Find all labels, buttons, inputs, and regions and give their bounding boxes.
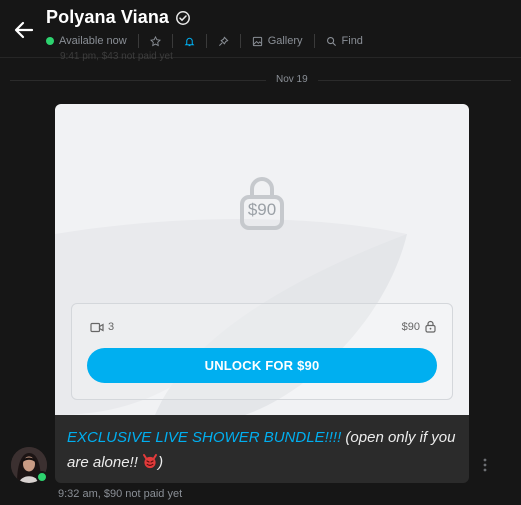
more-vertical-icon[interactable] [481, 456, 489, 474]
bell-icon [184, 37, 195, 46]
lock-icon [425, 320, 436, 333]
find-label: Find [341, 35, 363, 47]
video-icon [90, 322, 104, 332]
find-button[interactable]: Find [315, 32, 374, 50]
arrow-left-icon[interactable] [12, 18, 36, 42]
unlock-button[interactable]: UNLOCK FOR $90 [87, 348, 437, 383]
date-divider-label: Nov 19 [266, 74, 318, 85]
devil-emoji-icon [143, 454, 158, 469]
gallery-button[interactable]: Gallery [241, 32, 314, 50]
video-count-value: 3 [108, 321, 115, 333]
date-divider-line [10, 80, 511, 81]
media-price-value: $90 [401, 320, 420, 333]
favorite-button[interactable] [139, 32, 172, 50]
message-text: EXCLUSIVE LIVE SHOWER BUNDLE!!!! (open o… [55, 415, 469, 483]
gallery-label: Gallery [267, 35, 303, 47]
profile-name-row[interactable]: Polyana Viana [46, 7, 191, 28]
message-time: 9:32 am, [58, 488, 104, 500]
media-info-box: 3 $90 UNLOCK FOR $90 [71, 303, 453, 400]
payment-status: $90 not paid yet [103, 488, 183, 500]
verified-check-icon [176, 10, 190, 25]
profile-name[interactable]: Polyana Viana [46, 7, 169, 28]
star-icon [149, 35, 161, 46]
notifications-button[interactable] [173, 32, 206, 50]
message-close: ) [158, 454, 164, 471]
message-highlight: EXCLUSIVE LIVE SHOWER BUNDLE!!!! [67, 429, 342, 446]
media-price: $90 [402, 320, 436, 333]
chat-header: Polyana Viana Available now Gallery Find [0, 0, 521, 58]
image-icon [252, 36, 262, 46]
online-indicator [46, 37, 54, 45]
avatar-online-indicator [36, 471, 48, 483]
lock-price-badge: $90 [247, 200, 277, 219]
pin-icon [218, 36, 229, 46]
previous-message-hint: 9:41 pm, $43 not paid yet [60, 51, 173, 62]
header-toolbar: Available now Gallery Find [46, 32, 374, 50]
search-icon [326, 36, 336, 46]
pin-button[interactable] [207, 32, 240, 50]
locked-media-card[interactable]: $90 3 $90 UNLOCK FOR $90 [55, 104, 469, 415]
video-count: 3 [90, 321, 114, 333]
message-timestamp: 9:32 am, $90 not paid yet [58, 488, 182, 500]
availability-status: Available now [46, 32, 138, 50]
availability-label: Available now [59, 35, 127, 47]
